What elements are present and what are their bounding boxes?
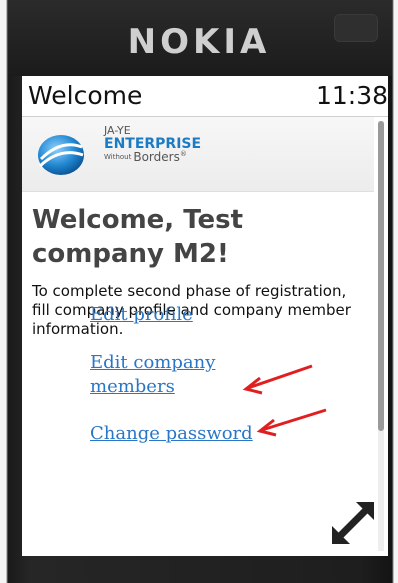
change-password-link[interactable]: Change password bbox=[90, 422, 253, 446]
logo-line-ja-ye: JA-YE bbox=[104, 124, 131, 137]
registration-instructions: To complete second phase of registration… bbox=[32, 282, 351, 338]
annotation-arrow-profile-icon bbox=[242, 364, 313, 395]
phone-screen: Welcome 11:38 JA-YE ENTERPRISE Without B… bbox=[22, 76, 388, 556]
edit-profile-link[interactable]: Edit profile bbox=[90, 303, 193, 327]
logo-wordmark: JA-YE ENTERPRISE Without Borders® bbox=[104, 125, 201, 164]
clock: 11:38 bbox=[315, 81, 388, 110]
front-camera bbox=[334, 14, 378, 42]
logo-banner: JA-YE ENTERPRISE Without Borders® bbox=[22, 117, 374, 192]
title-bar: Welcome 11:38 bbox=[22, 76, 388, 117]
logo-without-text: Without bbox=[104, 153, 132, 162]
page-content: JA-YE ENTERPRISE Without Borders® Welcome… bbox=[22, 117, 374, 556]
logo-line-borders: Without Borders® bbox=[104, 151, 201, 164]
welcome-heading: Welcome, Test company M2! bbox=[32, 205, 244, 269]
globe-logo-icon bbox=[38, 135, 84, 175]
logo-registered-mark: ® bbox=[179, 150, 187, 159]
phone-frame: NOKIA Welcome 11:38 JA-YE ENTERPRISE Wit… bbox=[0, 0, 398, 583]
page-title: Welcome bbox=[28, 81, 143, 110]
logo-line-enterprise: ENTERPRISE bbox=[104, 135, 202, 152]
logo-borders-text: Borders bbox=[133, 150, 180, 165]
scrollbar-thumb[interactable] bbox=[378, 121, 384, 431]
annotation-arrow-members-icon bbox=[256, 408, 327, 437]
fullscreen-toggle-icon[interactable] bbox=[328, 498, 378, 548]
